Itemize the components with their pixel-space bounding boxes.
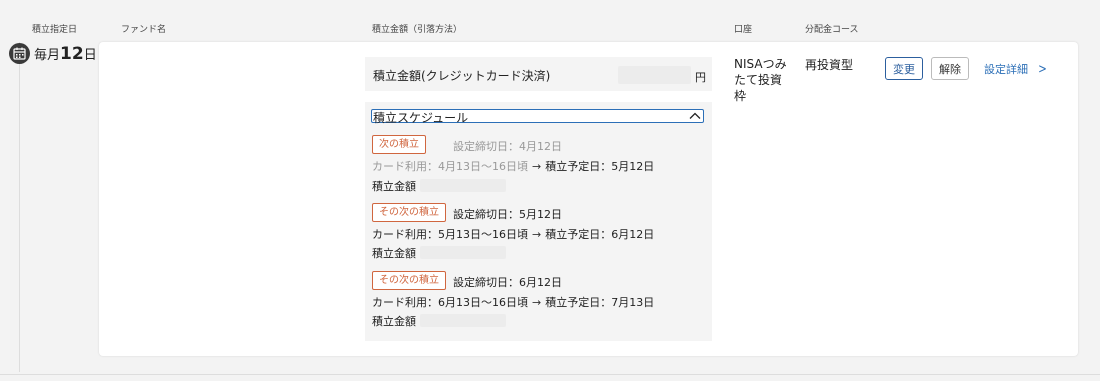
schedule-toggle-label: 積立スケジュール (373, 111, 469, 125)
amount-value-redacted (618, 66, 691, 84)
schedule-badge-1: 次の積立 (372, 135, 426, 154)
amount-box: 積立金額(クレジットカード決済) 円 (365, 57, 712, 91)
schedule-card-line-2: カード利用：5月13日〜16日頃 → 積立予定日：6月12日 (372, 226, 654, 242)
day-number: 12 (60, 44, 84, 64)
chevron-up-icon (689, 112, 701, 119)
header-fund: ファンド名 (121, 25, 167, 35)
header-date: 積立指定日 (32, 25, 78, 35)
schedule-amount-redacted-2 (420, 246, 506, 259)
header-amount: 積立金額（引落方法） (372, 25, 463, 35)
amount-label: 積立金額(クレジットカード決済) (373, 69, 551, 83)
planned-date-3: 積立予定日：7月13日 (545, 296, 655, 309)
change-button[interactable]: 変更 (885, 57, 923, 80)
settings-detail-label: 設定詳細 (984, 63, 1028, 76)
arrow-right-icon: → (532, 228, 542, 241)
card-usage-1: カード利用：4月13日〜16日頃 (372, 160, 528, 173)
schedule-deadline-2: 設定締切日：5月12日 (453, 208, 562, 221)
schedule-amount-label-1: 積立金額 (372, 180, 416, 193)
day-prefix: 毎月 (34, 48, 61, 63)
chevron-right-icon: > (1038, 62, 1047, 77)
left-divider (19, 42, 20, 372)
schedule-deadline-1: 設定締切日：4月12日 (453, 140, 562, 153)
settings-detail-link[interactable]: 設定詳細 > (984, 61, 1048, 77)
arrow-right-icon: → (532, 296, 542, 309)
schedule-amount-label-2: 積立金額 (372, 247, 416, 260)
day-suffix: 日 (83, 48, 97, 63)
card-usage-2: カード利用：5月13日〜16日頃 (372, 228, 528, 241)
schedule-amount-label-3: 積立金額 (372, 315, 416, 328)
schedule-deadline-3: 設定締切日：6月12日 (453, 276, 562, 289)
header-distribution: 分配金コース (805, 25, 859, 35)
distribution-course: 再投資型 (805, 58, 854, 72)
amount-unit: 円 (695, 71, 706, 84)
card-usage-3: カード利用：6月13日〜16日頃 (372, 296, 528, 309)
calendar-icon (9, 43, 30, 64)
planned-date-1: 積立予定日：5月12日 (545, 160, 655, 173)
cancel-button[interactable]: 解除 (931, 57, 969, 80)
schedule-badge-3: その次の積立 (372, 271, 446, 290)
arrow-right-icon: → (532, 160, 542, 173)
header-account: 口座 (734, 25, 753, 35)
bottom-divider (0, 374, 1100, 375)
schedule-panel: 積立スケジュール 次の積立 設定締切日：4月12日 カード利用：4月13日〜16… (365, 102, 712, 341)
accumulation-day: 毎月12日 (34, 44, 97, 64)
account-type: NISAつみたて投資枠 (734, 57, 787, 103)
planned-date-2: 積立予定日：6月12日 (545, 228, 655, 241)
schedule-card-line-1: カード利用：4月13日〜16日頃 → 積立予定日：5月12日 (372, 158, 654, 174)
schedule-amount-redacted-1 (420, 179, 506, 192)
schedule-amount-redacted-3 (420, 314, 506, 327)
schedule-badge-2: その次の積立 (372, 203, 446, 222)
schedule-card-line-3: カード利用：6月13日〜16日頃 → 積立予定日：7月13日 (372, 294, 654, 310)
schedule-toggle[interactable]: 積立スケジュール (371, 109, 704, 125)
